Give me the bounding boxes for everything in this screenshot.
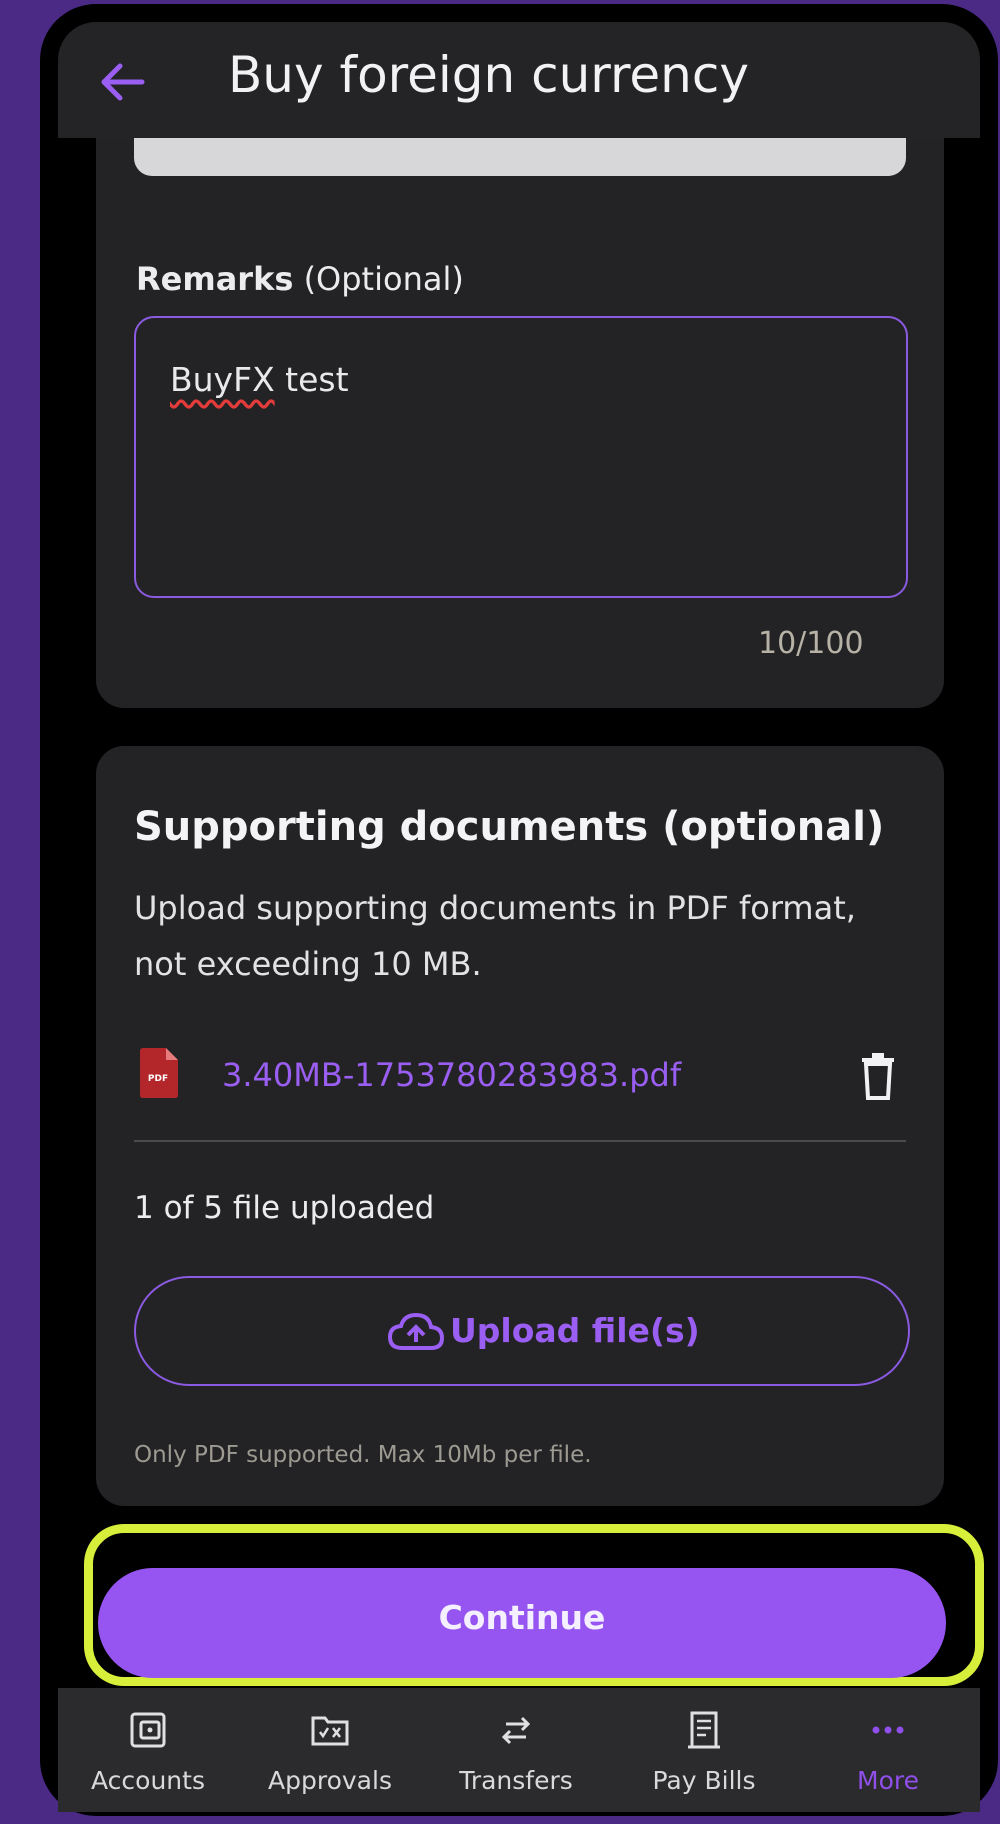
remarks-label: Remarks (Optional) <box>136 260 464 298</box>
upload-files-label: Upload file(s) <box>450 1311 700 1350</box>
transfers-icon <box>501 1716 531 1745</box>
divider <box>134 1140 906 1142</box>
more-icon <box>872 1726 904 1734</box>
nav-label-approvals: Approvals <box>268 1766 392 1795</box>
back-arrow-icon[interactable] <box>98 62 146 102</box>
supporting-documents-description: Upload supporting documents in PDF forma… <box>134 889 856 983</box>
supporting-documents-card <box>96 746 944 1506</box>
nav-label-accounts: Accounts <box>91 1766 205 1795</box>
character-counter: 10/100 <box>758 626 864 661</box>
remarks-value: BuyFX test <box>170 360 349 399</box>
nav-label-transfers: Transfers <box>459 1766 573 1795</box>
continue-button[interactable]: Continue <box>98 1568 946 1678</box>
upload-hint: Only PDF supported. Max 10Mb per file. <box>134 1442 592 1468</box>
nav-item-pay-bills[interactable]: Pay Bills <box>614 1688 794 1812</box>
remarks-optional-text: (Optional) <box>303 260 464 298</box>
screen-content: Remarks (Optional) BuyFX test 10/100 Sup… <box>58 22 984 1812</box>
cloud-upload-icon <box>388 1312 444 1350</box>
continue-label: Continue <box>438 1598 606 1637</box>
uploaded-file-link[interactable]: 3.40MB-1753780283983.pdf <box>222 1056 681 1094</box>
bottom-nav: Accounts Approvals Transfers Pay Bills M… <box>58 1688 980 1812</box>
upload-count: 1 of 5 file uploaded <box>134 1190 435 1226</box>
nav-label-more: More <box>857 1766 919 1795</box>
nav-item-transfers[interactable]: Transfers <box>426 1688 606 1812</box>
nav-item-accounts[interactable]: Accounts <box>58 1688 238 1812</box>
remarks-value-rest: test <box>274 360 349 399</box>
supporting-documents-title: Supporting documents (optional) <box>134 804 885 850</box>
accounts-icon <box>130 1712 166 1748</box>
remarks-textarea[interactable] <box>134 316 908 598</box>
page-title: Buy foreign currency <box>228 46 749 104</box>
pdf-file-icon: PDF <box>140 1048 178 1098</box>
misspelled-word: BuyFX <box>170 360 275 399</box>
trash-icon[interactable] <box>858 1052 898 1100</box>
nav-item-approvals[interactable]: Approvals <box>240 1688 420 1812</box>
app-header: Buy foreign currency <box>58 22 980 138</box>
remarks-label-text: Remarks <box>136 260 294 298</box>
nav-label-pay-bills: Pay Bills <box>652 1766 756 1795</box>
nav-item-more[interactable]: More <box>798 1688 978 1812</box>
svg-text:PDF: PDF <box>148 1074 168 1084</box>
approvals-icon <box>311 1716 349 1746</box>
pay-bills-icon <box>688 1711 720 1749</box>
